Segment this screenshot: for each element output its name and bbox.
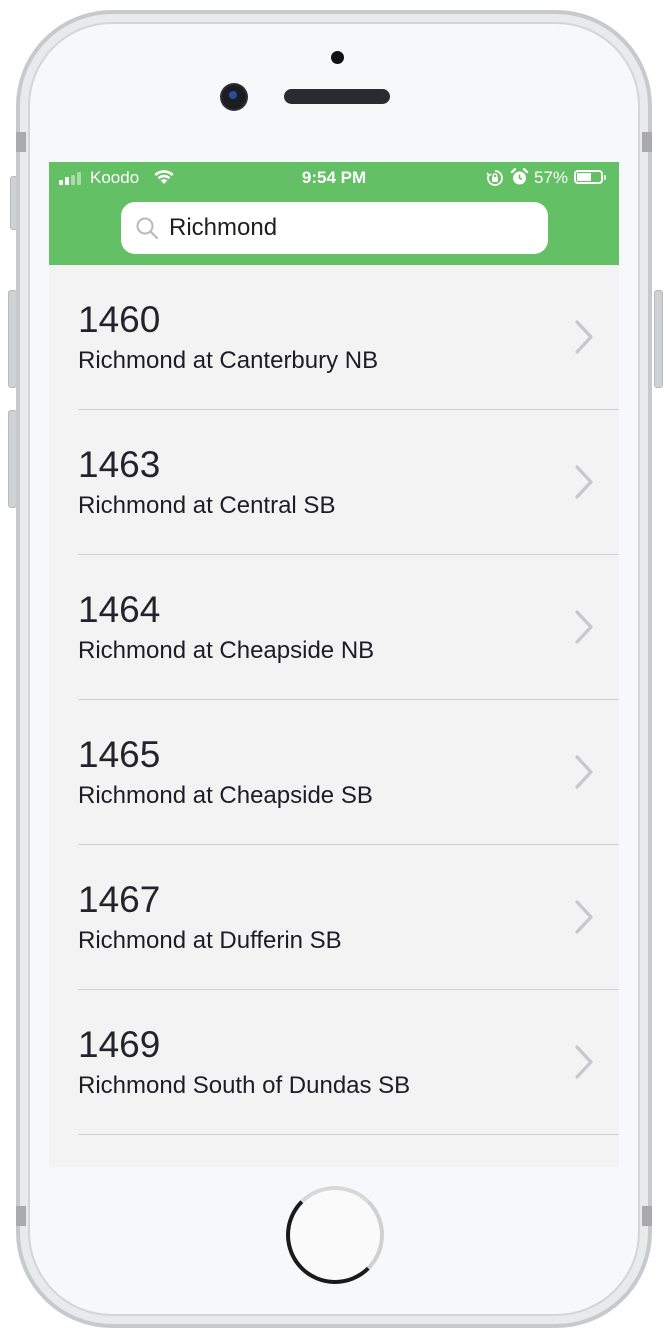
app-screen: Koodo 9:54 PM 57% Richmond 1460 Richmond…	[49, 162, 619, 1167]
stop-name: Richmond South of Dundas SB	[78, 1072, 411, 1099]
antenna-line	[642, 1206, 652, 1226]
stop-list: 1460 Richmond at Canterbury NB 1463 Rich…	[49, 265, 619, 1135]
status-bar: Koodo 9:54 PM 57%	[49, 162, 619, 194]
chevron-right-icon	[573, 319, 595, 360]
battery-percent: 57%	[534, 168, 569, 187]
antenna-line	[16, 1206, 26, 1226]
home-button[interactable]	[286, 1186, 384, 1284]
list-item[interactable]: 1460 Richmond at Canterbury NB	[78, 265, 619, 410]
chevron-right-icon	[573, 754, 595, 795]
search-icon	[135, 216, 159, 240]
antenna-line	[16, 132, 26, 152]
list-item[interactable]: 1465 Richmond at Cheapside SB	[78, 700, 619, 845]
list-item[interactable]: 1464 Richmond at Cheapside NB	[78, 555, 619, 700]
alarm-icon	[510, 167, 529, 192]
stop-name: Richmond at Cheapside NB	[78, 637, 375, 664]
stop-number: 1463	[78, 444, 161, 485]
list-item[interactable]: 1467 Richmond at Dufferin SB	[78, 845, 619, 990]
front-camera	[222, 85, 246, 109]
battery-icon	[574, 170, 606, 184]
chevron-right-icon	[573, 464, 595, 505]
chevron-right-icon	[573, 899, 595, 940]
stop-number: 1460	[78, 299, 161, 340]
stop-name: Richmond at Canterbury NB	[78, 347, 379, 374]
stop-number: 1467	[78, 879, 161, 920]
list-item[interactable]: 1463 Richmond at Central SB	[78, 410, 619, 555]
list-item[interactable]: 1469 Richmond South of Dundas SB	[78, 990, 619, 1135]
search-field[interactable]	[121, 202, 548, 254]
orientation-lock-icon	[486, 169, 504, 192]
power-button	[654, 290, 663, 388]
search-bar	[49, 194, 619, 265]
stop-name: Richmond at Central SB	[78, 492, 336, 519]
chevron-right-icon	[573, 609, 595, 650]
antenna-line	[642, 132, 652, 152]
earpiece-speaker	[284, 89, 390, 104]
proximity-sensor	[331, 51, 344, 64]
stop-number: 1465	[78, 734, 161, 775]
search-input[interactable]	[169, 214, 529, 242]
chevron-right-icon	[573, 1044, 595, 1085]
stop-name: Richmond at Cheapside SB	[78, 782, 373, 809]
stop-number: 1464	[78, 589, 161, 630]
stop-name: Richmond at Dufferin SB	[78, 927, 342, 954]
stop-number: 1469	[78, 1024, 161, 1065]
